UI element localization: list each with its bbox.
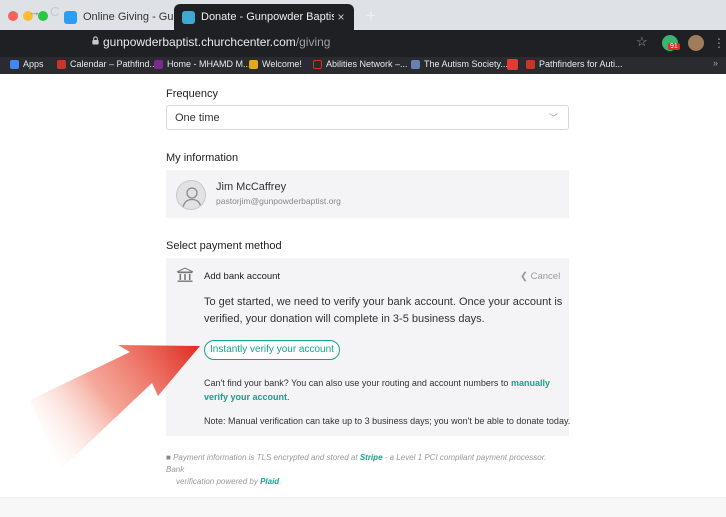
footnote-text: . (279, 477, 282, 486)
instantly-verify-button[interactable]: Instantly verify your account (204, 340, 340, 360)
bookmark-label: Home - MHAMD M... (167, 59, 251, 69)
bank-icon (176, 267, 194, 282)
forward-arrow-icon[interactable]: → (28, 4, 41, 19)
manual-verification-text-line-2: verify your account. (204, 390, 290, 404)
payment-method-heading: Select payment method (166, 240, 282, 252)
chevron-left-icon: ❮ (520, 271, 531, 282)
url-host: gunpowderbaptist.churchcenter.com (103, 35, 296, 49)
bookmark-favicon (526, 59, 535, 69)
manual-verification-note: Note: Manual verification can take up to… (204, 416, 571, 426)
bookmarks-overflow-icon[interactable]: » (713, 58, 718, 68)
document-icon (64, 10, 77, 24)
bookmark-label: Welcome! (262, 59, 302, 69)
bookmark-calendar[interactable]: Calendar – Pathfind... (57, 59, 157, 69)
bookmark-label: Abilities Network –... (326, 59, 408, 69)
chevron-down-icon: ﹀ (548, 113, 558, 123)
verify-account-link[interactable]: verify your account (204, 392, 287, 402)
bookmark-autism-society[interactable]: The Autism Society... (411, 59, 508, 69)
bookmark-favicon (154, 59, 163, 69)
add-bank-account-label: Add bank account (204, 271, 281, 282)
my-information-heading: My information (166, 152, 239, 164)
frequency-select[interactable]: One time ﹀ (166, 105, 569, 130)
tab-title: Donate - Gunpowder Baptist Chu (201, 11, 334, 23)
frequency-heading: Frequency (166, 88, 218, 100)
frequency-value: One time (175, 112, 220, 124)
profile-avatar[interactable] (688, 35, 704, 51)
back-arrow-icon[interactable]: ← (8, 4, 21, 19)
address-url[interactable]: gunpowderbaptist.churchcenter.com/giving (103, 35, 330, 49)
new-tab-button[interactable]: + (366, 6, 376, 26)
bookmark-label: Apps (23, 59, 44, 69)
bookmark-k[interactable] (507, 59, 522, 70)
menu-kebab-icon[interactable]: ⋮ (713, 36, 725, 50)
bookmark-favicon (249, 59, 258, 69)
bookmark-pathfinders[interactable]: Pathfinders for Auti... (526, 59, 623, 69)
user-name: Jim McCaffrey (216, 181, 287, 193)
footnote-text: verification powered by (176, 477, 258, 486)
payment-security-footnote: ■ Payment information is TLS encrypted a… (166, 452, 566, 488)
bookmark-abilities[interactable]: Abilities Network –... (313, 59, 408, 69)
plaid-link[interactable]: Plaid (260, 477, 279, 486)
stripe-link[interactable]: Stripe (360, 453, 383, 462)
bookmark-apps[interactable]: Apps (10, 59, 44, 69)
bookmark-label: The Autism Society... (424, 59, 508, 69)
manual-prefix: Can't find your bank? You can also use y… (204, 378, 509, 388)
bookmark-favicon (313, 59, 322, 69)
reload-icon[interactable]: C (50, 4, 59, 19)
cancel-button[interactable]: ❮ Cancel (520, 269, 560, 285)
church-center-icon (182, 10, 195, 24)
apps-grid-icon (10, 59, 19, 69)
bookmark-welcome[interactable]: Welcome! (249, 59, 302, 69)
manually-verify-link[interactable]: manually (511, 378, 550, 388)
bookmark-favicon (411, 59, 420, 69)
small-lock-icon: ■ (166, 453, 174, 462)
tab-donate[interactable]: Donate - Gunpowder Baptist Chu × (174, 4, 354, 30)
user-email: pastorjim@gunpowderbaptist.org (216, 196, 341, 206)
bookmark-favicon (57, 59, 66, 69)
bookmark-label: Calendar – Pathfind... (70, 59, 158, 69)
manual-verification-text: Can't find your bank? You can also use y… (204, 376, 566, 390)
intro-text-line-2: verified, your donation will complete in… (204, 313, 485, 325)
extension-badge: 91 (668, 43, 680, 50)
footnote-text: Payment information is TLS encrypted and… (173, 453, 358, 462)
url-path: /giving (295, 35, 331, 49)
close-tab-icon[interactable]: × (334, 10, 348, 24)
avatar (176, 180, 206, 210)
bookmark-star-icon[interactable]: ☆ (636, 34, 648, 50)
manual-suffix: . (287, 392, 290, 402)
intro-text-line-1: To get started, we need to verify your b… (204, 296, 563, 308)
bookmark-mhamd[interactable]: Home - MHAMD M... (154, 59, 251, 69)
bookmark-favicon (507, 59, 518, 70)
bookmark-label: Pathfinders for Auti... (539, 59, 623, 69)
page-footer-bar (0, 497, 726, 517)
cancel-label: Cancel (530, 271, 561, 282)
lock-icon (92, 36, 99, 45)
